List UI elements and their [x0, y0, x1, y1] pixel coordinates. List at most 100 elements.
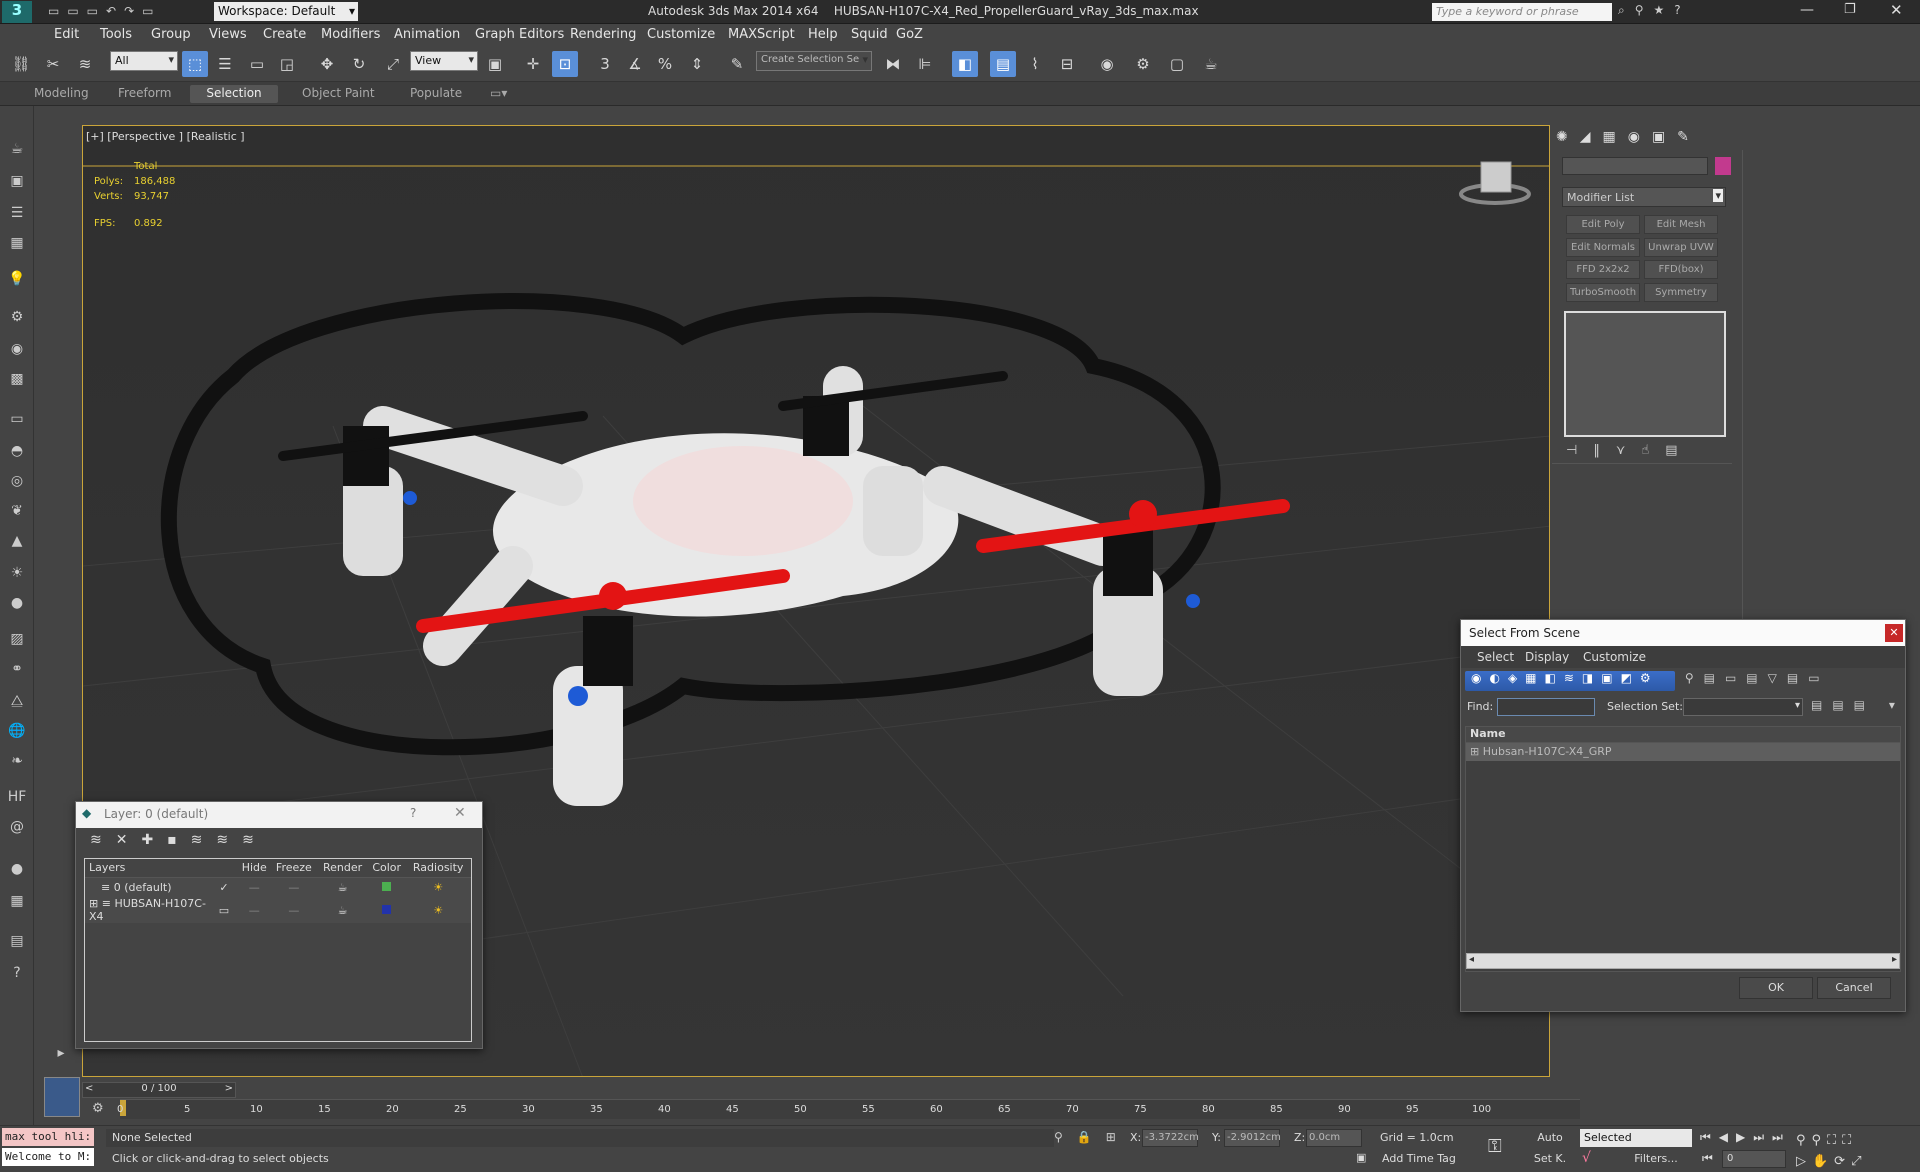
- minimize-button[interactable]: —: [1800, 2, 1814, 18]
- sphere-icon[interactable]: ●: [6, 592, 28, 614]
- menu-animation[interactable]: Animation: [394, 27, 460, 42]
- film-icon[interactable]: ▩: [6, 368, 28, 390]
- layer-color-swatch[interactable]: [382, 904, 392, 914]
- link-icon[interactable]: ⛓: [8, 51, 34, 77]
- layer-help-button[interactable]: ?: [410, 806, 416, 820]
- select-manipulate-icon[interactable]: ✛: [520, 51, 546, 77]
- z-coordinate-field[interactable]: 0.0cm: [1306, 1129, 1362, 1147]
- viewport-label[interactable]: [+] [Perspective ] [Realistic ]: [86, 130, 245, 143]
- menu-edit[interactable]: Edit: [54, 27, 79, 42]
- sun-icon[interactable]: ☀: [6, 562, 28, 584]
- name-column-header[interactable]: Name: [1466, 727, 1900, 743]
- select-object-icon[interactable]: ⬚: [182, 51, 208, 77]
- plant-icon[interactable]: ❦: [6, 500, 28, 522]
- col-freeze[interactable]: Freeze: [271, 859, 318, 877]
- tab-freeform[interactable]: Freeform: [108, 85, 181, 103]
- menu-squid[interactable]: Squid: [851, 27, 888, 42]
- menu-customize[interactable]: Customize: [1583, 650, 1646, 664]
- light-icon[interactable]: 💡: [6, 268, 28, 290]
- key-mode-dropdown[interactable]: Selected: [1580, 1129, 1692, 1147]
- col-layers[interactable]: Layers: [85, 859, 210, 877]
- menu-customize[interactable]: Customize: [647, 27, 715, 42]
- key-filters-button[interactable]: Filters...: [1620, 1150, 1692, 1168]
- align-icon[interactable]: ⊫: [912, 51, 938, 77]
- tab-object-paint[interactable]: Object Paint: [292, 85, 385, 103]
- help-toolbar-icons[interactable]: ⌕⚲★?: [1618, 3, 1691, 18]
- selection-set-tools-icons[interactable]: ▤▤▤ ▾: [1811, 698, 1905, 712]
- calculator-icon[interactable]: ▦: [6, 890, 28, 912]
- ribbon-options-icon[interactable]: ▭▾: [480, 85, 517, 103]
- maximize-button[interactable]: ❐: [1844, 2, 1856, 17]
- menu-group[interactable]: Group: [151, 27, 191, 42]
- selection-filter-dropdown[interactable]: All: [110, 51, 178, 71]
- list-icon[interactable]: ☰: [6, 202, 28, 224]
- menu-goz[interactable]: GoZ: [896, 27, 923, 42]
- menu-display[interactable]: Display: [1525, 650, 1569, 664]
- reference-coordinate-dropdown[interactable]: View: [410, 51, 478, 71]
- named-selection-dropdown[interactable]: Create Selection Se: [756, 51, 872, 71]
- stack-tools-icons[interactable]: ⊣‖⋎☝▤: [1566, 443, 1694, 458]
- bind-spacewarp-icon[interactable]: ≋: [72, 51, 98, 77]
- schematic-view-icon[interactable]: ⊟: [1054, 51, 1080, 77]
- keyboard-shortcut-icon[interactable]: ⊡: [552, 51, 578, 77]
- move-icon[interactable]: ✥: [314, 51, 340, 77]
- find-input[interactable]: [1497, 698, 1595, 716]
- x-coordinate-field[interactable]: -3.3722cm: [1142, 1129, 1199, 1147]
- mirror-icon[interactable]: ⧓: [880, 51, 906, 77]
- bone-icon[interactable]: ⚭: [6, 658, 28, 680]
- track-bar[interactable]: 0 5 10 15 20 25 30 35 40 45 50 55 60 65 …: [117, 1099, 1580, 1119]
- box-icon[interactable]: ▭: [6, 408, 28, 430]
- spiral-icon[interactable]: @: [6, 816, 28, 838]
- help-icon[interactable]: ?: [6, 962, 28, 984]
- menu-help[interactable]: Help: [808, 27, 838, 42]
- menu-modifiers[interactable]: Modifiers: [321, 27, 380, 42]
- named-selection-icon[interactable]: ✎: [724, 51, 750, 77]
- menu-create[interactable]: Create: [263, 27, 306, 42]
- snaps-toggle-icon[interactable]: 3: [592, 51, 618, 77]
- cone-icon[interactable]: ▲: [6, 530, 28, 552]
- render-production-icon[interactable]: ☕: [1198, 51, 1224, 77]
- window-crossing-icon[interactable]: ◲: [274, 51, 300, 77]
- menu-tools[interactable]: Tools: [100, 27, 132, 42]
- grid-icon[interactable]: ▦: [6, 232, 28, 254]
- select-dialog-titlebar[interactable]: Select From Scene ✕: [1461, 620, 1905, 646]
- quick-access-icons[interactable]: ▭▭▭↶↷▭: [48, 4, 161, 18]
- layer-close-button[interactable]: ✕: [454, 805, 466, 821]
- scale-icon[interactable]: ⤢: [380, 51, 406, 77]
- layer-dialog-titlebar[interactable]: ◆ Layer: 0 (default) ? ✕: [76, 802, 482, 828]
- app-logo-icon[interactable]: 3: [2, 1, 32, 23]
- material-editor-icon[interactable]: ◉: [1094, 51, 1120, 77]
- menu-rendering[interactable]: Rendering: [570, 27, 636, 42]
- maxscript-listener-white[interactable]: Welcome to M:: [2, 1148, 94, 1166]
- auto-key-button[interactable]: Auto: [1522, 1129, 1578, 1147]
- dome-icon[interactable]: ◓: [6, 440, 28, 462]
- col-hide[interactable]: Hide: [238, 859, 271, 877]
- col-radiosity[interactable]: Radiosity: [405, 859, 471, 877]
- render-setup-icon[interactable]: ⚙: [1130, 51, 1156, 77]
- command-panel-tabs[interactable]: ✺◢▦◉▣✎: [1556, 129, 1701, 145]
- tab-modeling[interactable]: Modeling: [24, 85, 99, 103]
- edit-poly-button[interactable]: Edit Poly: [1566, 215, 1640, 234]
- leaf-icon[interactable]: ❧: [6, 750, 28, 772]
- object-name-field[interactable]: [1562, 157, 1708, 175]
- hair-icon[interactable]: HF: [6, 786, 28, 808]
- help-search-input[interactable]: Type a keyword or phrase: [1432, 3, 1612, 21]
- drone-model[interactable]: [160, 293, 1290, 806]
- current-frame-field[interactable]: 0: [1722, 1150, 1786, 1168]
- key-mode-toggle-icon[interactable]: ⏮: [1702, 1151, 1713, 1166]
- unwrap-uvw-button[interactable]: Unwrap UVW: [1644, 238, 1718, 257]
- viewport-thumb[interactable]: [44, 1077, 80, 1117]
- add-time-tag-button[interactable]: Add Time Tag: [1382, 1152, 1456, 1165]
- pivot-icon[interactable]: ▣: [482, 51, 508, 77]
- time-slider[interactable]: < 0 / 100 >: [82, 1082, 236, 1098]
- layer-row[interactable]: ≡ 0 (default) ✓ — — ☕ ☀: [85, 877, 471, 897]
- menu-maxscript[interactable]: MAXScript: [728, 27, 795, 42]
- layer-list[interactable]: Layers Hide Freeze Render Color Radiosit…: [84, 858, 472, 1042]
- select-filter-toolbar[interactable]: ◉◐◈▦◧≋◨▣◩⚙ ⚲▤▭▤▽▤▭: [1465, 671, 1901, 693]
- set-key-button[interactable]: Set K.: [1522, 1150, 1578, 1168]
- selection-set-dropdown[interactable]: ▾: [1683, 698, 1803, 716]
- col-render[interactable]: Render: [317, 859, 368, 877]
- isolate-lock-icons[interactable]: ⚲🔒⊞: [1054, 1130, 1130, 1144]
- unlink-icon[interactable]: ✂: [40, 51, 66, 77]
- viewport-navigation-icons[interactable]: ⚲⚲⛶⛶ ▷✋⟳⤢: [1796, 1130, 1920, 1172]
